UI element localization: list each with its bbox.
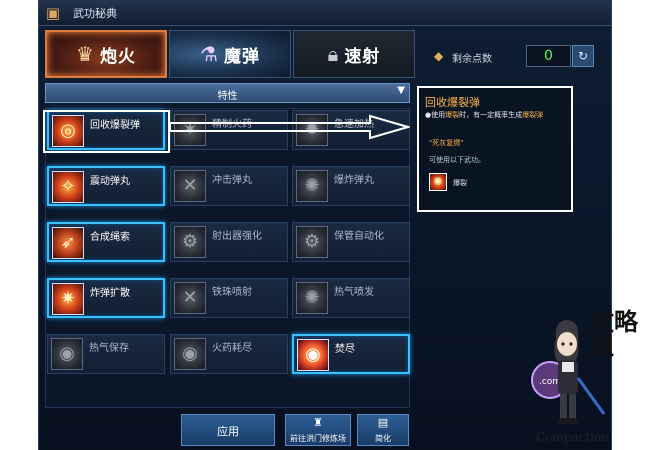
training-ground-button[interactable]: ♜ 前往洪门修炼场: [285, 414, 351, 446]
tooltip-desc-mid: 时，有一定概率生成: [459, 111, 523, 119]
magic-bottle-icon: ⚗: [200, 42, 218, 66]
apply-label: 应用: [217, 425, 239, 438]
tooltip-usable: 可使用以下武功。: [429, 156, 485, 164]
skill-name: 冲击弹丸: [212, 175, 252, 186]
skill-name: 急速加热: [334, 119, 374, 130]
skill-icon: ◉: [174, 338, 206, 370]
skill-name: 保管自动化: [334, 231, 384, 242]
book-icon: ▣: [45, 4, 61, 22]
skill-cell[interactable]: ◉ 焚尽: [292, 334, 410, 374]
tooltip-quote: "死灰复燃": [429, 139, 464, 147]
skill-manual-window: ▣ 武功秘典 ♛ 炮火 ⚗ 魔弹 🔒︎ 速射 ◆ 剩余点数 0 ↻ 特性 ▼ ◎…: [38, 0, 612, 450]
tooltip-title: 回收爆裂弹: [425, 96, 480, 109]
skill-name: 爆炸弹丸: [334, 175, 374, 186]
points-value: 0: [526, 45, 571, 67]
points-icon: ◆: [434, 49, 444, 63]
skill-name: 合成绳索: [90, 232, 130, 243]
skill-icon: ⚙: [296, 226, 328, 258]
explosion-skill-icon: ✺: [429, 173, 447, 191]
tab-fire-label: 炮火: [99, 46, 136, 67]
skill-cell[interactable]: ✷ 炸弹扩散: [47, 278, 165, 318]
skill-cell[interactable]: ✶ 精制火药: [170, 110, 288, 150]
tooltip-description: ●使用爆裂时，有一定概率生成爆裂弹: [425, 110, 573, 120]
skill-icon: ✶: [174, 114, 206, 146]
training-icon: ♜: [313, 416, 323, 429]
skill-tooltip: 回收爆裂弹 ●使用爆裂时，有一定概率生成爆裂弹 "死灰复燃" 可使用以下武功。 …: [417, 86, 573, 212]
skill-name: 焚尽: [335, 344, 355, 355]
skill-name: 射出器强化: [212, 231, 262, 242]
skill-icon: ➶: [52, 227, 84, 259]
skill-icon: ✕: [174, 282, 206, 314]
skill-name: 火药耗尽: [212, 343, 252, 354]
tooltip-desc-prefix: ●使用: [425, 111, 446, 119]
skill-cell[interactable]: ◉ 火药耗尽: [170, 334, 288, 374]
tab-magic-label: 魔弹: [223, 46, 260, 67]
skill-icon: ✧: [52, 171, 84, 203]
skill-icon: ⚙: [174, 226, 206, 258]
fire-crown-icon: ♛: [76, 42, 94, 66]
skill-icon: ✹: [296, 114, 328, 146]
skill-icon: ✺: [296, 282, 328, 314]
tab-fire[interactable]: ♛ 炮火: [45, 30, 167, 78]
skill-cell[interactable]: ✹ 急速加热: [292, 110, 410, 150]
skill-icon: ✷: [52, 283, 84, 315]
skill-icon: ◉: [51, 338, 83, 370]
simplify-button[interactable]: ▤ 简化: [357, 414, 409, 446]
chevron-down-icon: ▼: [397, 85, 405, 96]
skill-cell[interactable]: ◎ 回收爆裂弹: [47, 110, 165, 150]
skill-cell[interactable]: ✺ 热气喷发: [292, 278, 410, 318]
apply-button[interactable]: 应用: [181, 414, 275, 446]
skill-cell[interactable]: ✧ 震动弹丸: [47, 166, 165, 206]
skill-cell[interactable]: ✕ 铁珠喷射: [170, 278, 288, 318]
skill-cell[interactable]: ✺ 爆炸弹丸: [292, 166, 410, 206]
lock-icon: 🔒︎: [327, 42, 339, 66]
brand-en-text: Compaction: [536, 430, 609, 444]
tooltip-desc-result: 爆裂弹: [522, 111, 544, 119]
training-label: 前往洪门修炼场: [290, 434, 346, 443]
skill-cell[interactable]: ⚙ 保管自动化: [292, 222, 410, 262]
skill-icon: ✺: [296, 170, 328, 202]
tooltip-desc-skill: 爆裂: [445, 111, 460, 119]
skill-icon: ◎: [52, 115, 84, 147]
simplify-label: 简化: [375, 434, 391, 443]
trait-label: 特性: [217, 91, 238, 102]
skill-cell[interactable]: ◉ 热气保存: [47, 334, 165, 374]
trait-dropdown[interactable]: 特性 ▼: [45, 83, 410, 103]
simplify-icon: ▤: [377, 416, 389, 429]
skill-name: 回收爆裂弹: [90, 120, 140, 131]
skill-icon: ◉: [297, 339, 329, 371]
window-title: 武功秘典: [73, 7, 117, 20]
skill-cell[interactable]: ✕ 冲击弹丸: [170, 166, 288, 206]
points-label: 剩余点数: [452, 54, 492, 65]
tab-rapid[interactable]: 🔒︎ 速射: [293, 30, 415, 78]
skill-cell[interactable]: ➶ 合成绳索: [47, 222, 165, 262]
skill-name: 精制火药: [212, 119, 252, 130]
skill-name: 炸弹扩散: [90, 288, 130, 299]
tab-rapid-label: 速射: [344, 46, 381, 67]
skill-name: 热气保存: [89, 343, 129, 354]
skill-name: 震动弹丸: [90, 176, 130, 187]
skill-cell[interactable]: ⚙ 射出器强化: [170, 222, 288, 262]
tooltip-skill-name: 爆裂: [453, 179, 467, 187]
title-bar: ▣ 武功秘典: [39, 0, 611, 26]
skill-name: 铁珠喷射: [212, 287, 252, 298]
tab-magic[interactable]: ⚗ 魔弹: [169, 30, 291, 78]
refresh-icon[interactable]: ↻: [572, 45, 594, 67]
skill-icon: ✕: [174, 170, 206, 202]
skill-name: 热气喷发: [334, 287, 374, 298]
brand-cn-text: 攻略组: [590, 307, 638, 360]
